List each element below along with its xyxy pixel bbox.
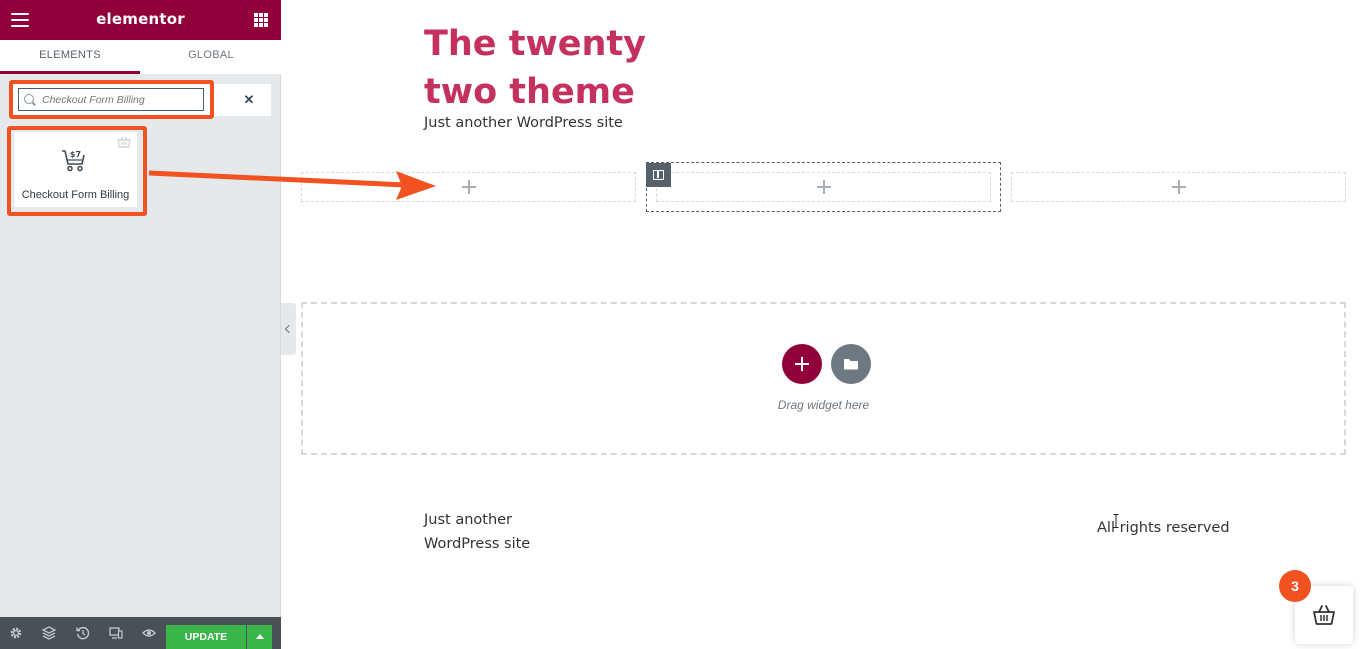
elementor-logo: elementor — [96, 10, 185, 28]
clear-search-icon[interactable]: ✕ — [242, 93, 256, 107]
column-2-add-widget[interactable] — [656, 172, 991, 202]
add-section-button[interactable] — [782, 344, 822, 384]
tab-elements[interactable]: ELEMENTS — [0, 40, 140, 74]
basket-icon — [1313, 605, 1335, 625]
svg-text:$7: $7 — [70, 150, 81, 159]
sidebar-header: elementor — [0, 0, 281, 40]
widget-label: Checkout Form Billing — [21, 189, 130, 201]
plus-icon — [1171, 180, 1186, 194]
widget-checkout-form-billing[interactable]: $7 Checkout Form Billing — [14, 132, 137, 207]
update-options-button[interactable] — [247, 625, 272, 649]
layers-icon[interactable] — [42, 626, 56, 640]
history-icon[interactable] — [76, 626, 90, 640]
cart-count-badge: 3 — [1279, 570, 1311, 602]
search-input[interactable] — [42, 91, 200, 108]
gear-icon[interactable] — [9, 626, 23, 640]
column-1-add-widget[interactable] — [301, 172, 636, 202]
text-cursor-icon — [1113, 514, 1119, 528]
folder-icon — [844, 359, 858, 370]
search-field[interactable] — [18, 88, 204, 111]
footer-tagline: Just another WordPress site — [424, 512, 531, 552]
column-edit-handle[interactable] — [646, 163, 671, 187]
widgets-grid-icon[interactable] — [254, 13, 268, 27]
responsive-icon[interactable] — [109, 626, 123, 640]
eye-icon[interactable] — [142, 626, 156, 640]
update-button[interactable]: UPDATE — [166, 625, 246, 649]
tab-global[interactable]: GLOBAL — [141, 40, 281, 74]
plus-icon — [461, 180, 476, 194]
site-tagline: Just another WordPress site — [424, 115, 623, 131]
plus-icon — [816, 180, 831, 194]
drop-zone[interactable] — [301, 302, 1346, 455]
sidebar-tabs: ELEMENTS GLOBAL — [0, 40, 281, 74]
search-icon — [24, 94, 34, 104]
search-highlight — [9, 80, 214, 119]
column-3-add-widget[interactable] — [1011, 172, 1346, 202]
drag-widget-hint: Drag widget here — [777, 398, 870, 412]
add-template-button[interactable] — [831, 344, 871, 384]
collapse-panel-button[interactable] — [281, 303, 296, 355]
cart-dollar-icon: $7 — [62, 150, 85, 172]
column-icon — [653, 170, 664, 180]
site-title: The twenty two theme — [424, 24, 646, 112]
pro-basket-icon — [117, 136, 131, 148]
